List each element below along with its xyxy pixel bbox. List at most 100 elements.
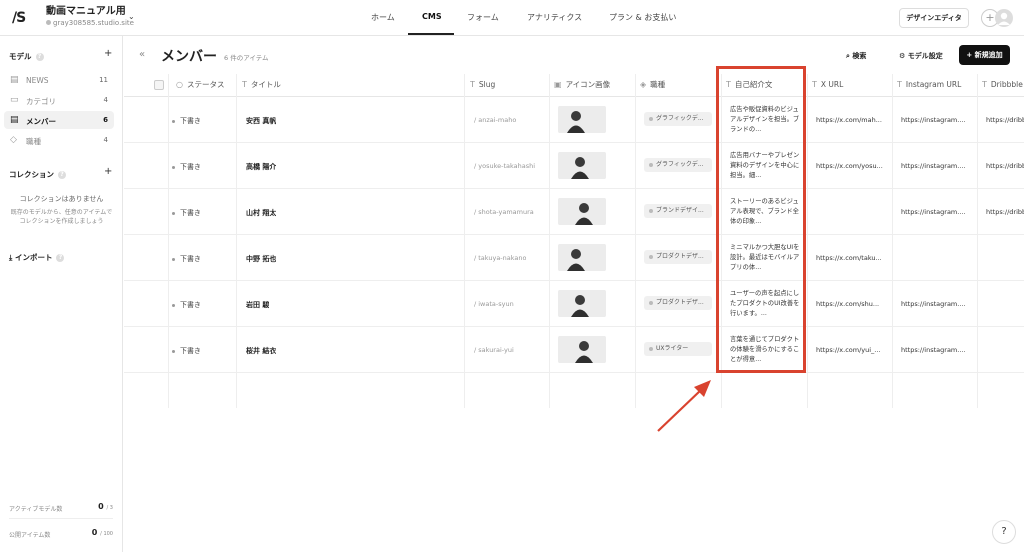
job-tag[interactable]: グラフィックデ... xyxy=(644,112,712,126)
column-header-dribbble[interactable]: T Dribbble xyxy=(982,74,1024,96)
active-models-count: 0 / 3 xyxy=(98,502,113,511)
nav-form[interactable]: フォーム xyxy=(467,12,499,23)
status-dot xyxy=(172,119,175,123)
column-header-instagram-url[interactable]: T Instagram URL xyxy=(897,74,982,96)
column-header-x-url[interactable]: TX URL xyxy=(812,74,892,96)
sidebar-item-news[interactable]: ▤ NEWS 11 xyxy=(4,71,114,89)
new-item-button[interactable]: + 新規追加 xyxy=(959,45,1010,65)
active-models-max: / 3 xyxy=(106,505,113,511)
add-model-button[interactable]: + xyxy=(104,48,112,59)
nav-cms[interactable]: CMS xyxy=(422,12,442,21)
title-cell[interactable]: 高橋 陽介 xyxy=(246,162,276,172)
icon-image-cell[interactable] xyxy=(558,152,606,179)
title-cell[interactable]: 岩田 駿 xyxy=(246,300,269,310)
title-cell[interactable]: 桜井 結衣 xyxy=(246,346,276,356)
column-label: タイトル xyxy=(250,80,281,89)
x-url-cell[interactable]: https://x.com/yui_... xyxy=(816,346,886,354)
project-switcher[interactable]: 動画マニュアル用 gray308585.studio.site xyxy=(46,6,134,28)
model-settings-button[interactable]: ⚙ モデル設定 xyxy=(899,51,943,61)
instagram-url-cell[interactable]: https://instagram.... xyxy=(901,162,971,170)
job-tag[interactable]: プロダクトデザ... xyxy=(644,296,712,310)
tag-icon: ◈ xyxy=(640,80,647,89)
column-header-slug[interactable]: T Slug xyxy=(470,74,540,96)
status-cell[interactable]: 下書き xyxy=(172,300,201,310)
import-button[interactable]: ⤓ インポート? xyxy=(9,252,65,263)
collapse-sidebar-icon[interactable]: « xyxy=(139,49,145,60)
column-header-icon-image[interactable]: ▣ アイコン画像 xyxy=(554,74,634,96)
column-label: 職種 xyxy=(650,80,666,89)
active-models-value: 0 xyxy=(98,502,104,511)
status-cell[interactable]: 下書き xyxy=(172,208,201,218)
person-photo-icon xyxy=(558,106,606,133)
person-photo-icon xyxy=(558,336,606,363)
dribbble-cell[interactable]: https://dribb xyxy=(986,208,1024,216)
help-icon[interactable]: ? xyxy=(56,254,65,262)
dribbble-cell[interactable]: https://dribb xyxy=(986,116,1024,124)
search-button[interactable]: ⌕ 検索 xyxy=(846,51,866,61)
column-header-title[interactable]: T タイトル xyxy=(242,74,352,96)
slug-cell[interactable]: / takuya-nakano xyxy=(474,254,526,262)
select-all-checkbox[interactable] xyxy=(154,80,164,90)
icon-image-cell[interactable] xyxy=(558,336,606,363)
slug-cell[interactable]: / sakurai-yui xyxy=(474,346,514,354)
status-cell[interactable]: 下書き xyxy=(172,116,201,126)
chevron-down-icon[interactable]: ⌄ xyxy=(128,12,135,21)
job-tag[interactable]: グラフィックデ... xyxy=(644,158,712,172)
status-label: 下書き xyxy=(180,347,201,355)
status-dot xyxy=(172,257,175,261)
table-row[interactable]: 下書き 高橋 陽介 / yosuke-takahashi グラフィックデ... 広告用バ… xyxy=(124,143,1024,189)
column-label: X URL xyxy=(820,80,844,89)
icon-image-cell[interactable] xyxy=(558,290,606,317)
instagram-url-cell[interactable]: https://instagram.... xyxy=(901,116,971,124)
icon-image-cell[interactable] xyxy=(558,244,606,271)
help-icon[interactable]: ? xyxy=(58,171,66,179)
instagram-url-cell[interactable]: https://instagram.... xyxy=(901,346,971,354)
sidebar-item-category[interactable]: ▭ カテゴリ 4 xyxy=(4,91,114,109)
job-tag[interactable]: プロダクトデザ... xyxy=(644,250,712,264)
instagram-url-cell[interactable]: https://instagram.... xyxy=(901,300,971,308)
design-editor-button[interactable]: デザインエディタ xyxy=(899,8,969,28)
dribbble-cell[interactable]: https://dribb xyxy=(986,162,1024,170)
slug-cell[interactable]: / anzai-maho xyxy=(474,116,516,124)
table-row[interactable]: 下書き 中野 拓也 / takuya-nakano プロダクトデザ... ミニマルかつ大… xyxy=(124,235,1024,281)
table-row[interactable]: 下書き 桜井 結衣 / sakurai-yui UXライター 言葉を通じてプロダクトの体… xyxy=(124,327,1024,373)
slug-cell[interactable]: / yosuke-takahashi xyxy=(474,162,535,170)
sidebar-item-members[interactable]: ▤ メンバー 6 xyxy=(4,111,114,129)
status-cell[interactable]: 下書き xyxy=(172,254,201,264)
x-url-cell[interactable]: https://x.com/yosu... xyxy=(816,162,886,170)
status-cell[interactable]: 下書き xyxy=(172,162,201,172)
table-row[interactable]: 下書き 山村 翔太 / shota-yamamura ブランドデザイ... ストーリーの… xyxy=(124,189,1024,235)
icon-image-cell[interactable] xyxy=(558,198,606,225)
title-cell[interactable]: 山村 翔太 xyxy=(246,208,276,218)
job-tag-label: グラフィックデ... xyxy=(656,115,704,122)
x-url-cell[interactable]: https://x.com/taku... xyxy=(816,254,886,262)
job-tag-label: UXライター xyxy=(656,345,689,352)
table-row[interactable]: 下書き 安西 真帆 / anzai-maho グラフィックデ... 広告や販促資料のビジ… xyxy=(124,97,1024,143)
tag-dot xyxy=(649,346,653,351)
sidebar-item-job[interactable]: ◇ 職種 4 xyxy=(4,131,114,149)
column-header-job[interactable]: ◈ 職種 xyxy=(640,74,720,96)
nav-plan-billing[interactable]: プラン & お支払い xyxy=(609,12,676,23)
x-url-cell[interactable]: https://x.com/shu... xyxy=(816,300,886,308)
avatar[interactable] xyxy=(995,9,1013,27)
column-header-status[interactable]: ○ ステータス xyxy=(176,74,236,96)
title-cell[interactable]: 中野 拓也 xyxy=(246,254,276,264)
nav-analytics[interactable]: アナリティクス xyxy=(527,12,582,23)
nav-home[interactable]: ホーム xyxy=(371,12,395,23)
job-tag[interactable]: UXライター xyxy=(644,342,712,356)
slug-cell[interactable]: / iwata-syun xyxy=(474,300,514,308)
studio-logo[interactable]: /S xyxy=(12,10,26,26)
icon-image-cell[interactable] xyxy=(558,106,606,133)
instagram-url-cell[interactable]: https://instagram.... xyxy=(901,208,971,216)
sidebar: モデル? + ▤ NEWS 11 ▭ カテゴリ 4 ▤ メンバー 6 ◇ 職種 … xyxy=(0,36,123,552)
add-collection-button[interactable]: + xyxy=(104,166,112,177)
collections-empty: コレクションはありません xyxy=(19,195,104,203)
x-url-cell[interactable]: https://x.com/mah... xyxy=(816,116,886,124)
status-cell[interactable]: 下書き xyxy=(172,346,201,356)
title-cell[interactable]: 安西 真帆 xyxy=(246,116,276,126)
job-tag[interactable]: ブランドデザイ... xyxy=(644,204,712,218)
table-row[interactable]: 下書き 岩田 駿 / iwata-syun プロダクトデザ... ユーザーの声を起点にし… xyxy=(124,281,1024,327)
help-icon[interactable]: ? xyxy=(35,53,44,61)
help-button[interactable]: ? xyxy=(992,520,1016,544)
slug-cell[interactable]: / shota-yamamura xyxy=(474,208,534,216)
